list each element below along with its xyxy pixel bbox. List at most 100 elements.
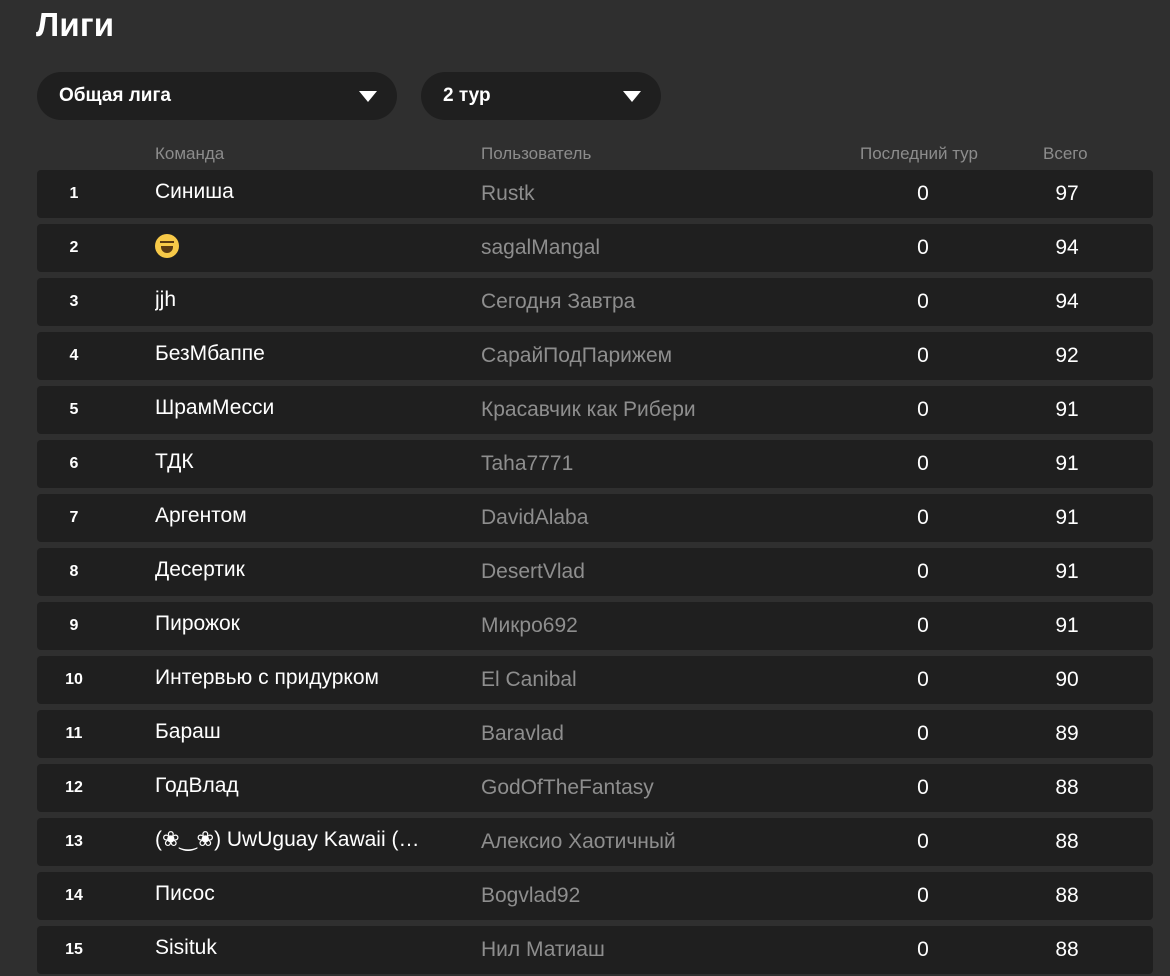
row-team-name[interactable]: Аргентом xyxy=(155,503,435,529)
row-last-round-points: 0 xyxy=(917,830,929,853)
row-user-name[interactable]: Красавчик как Рибери xyxy=(481,397,696,423)
row-user-name[interactable]: GodOfTheFantasy xyxy=(481,775,654,801)
row-team-name[interactable] xyxy=(155,233,435,259)
row-total-points: 90 xyxy=(1055,668,1079,691)
row-total-points: 91 xyxy=(1055,452,1079,475)
table-row[interactable]: 7 Аргентом DavidAlaba 0 91 xyxy=(37,494,1153,542)
row-total-points: 92 xyxy=(1055,344,1079,367)
row-rank: 4 xyxy=(69,347,79,364)
row-last-round-points: 0 xyxy=(917,668,929,691)
row-total-points: 91 xyxy=(1055,398,1079,421)
table-row[interactable]: 10 Интервью с придурком El Canibal 0 90 xyxy=(37,656,1153,704)
row-team-name[interactable]: Пирожок xyxy=(155,611,435,637)
page-title: Лиги xyxy=(36,6,115,43)
league-select[interactable]: Общая лига xyxy=(37,72,397,120)
table-row[interactable]: 12 ГодВлад GodOfTheFantasy 0 88 xyxy=(37,764,1153,812)
row-last-round-points: 0 xyxy=(917,236,929,259)
row-last-round-points: 0 xyxy=(917,506,929,529)
row-last-round-points: 0 xyxy=(917,614,929,637)
caret-down-icon xyxy=(359,91,377,102)
row-last-round-points: 0 xyxy=(917,452,929,475)
row-rank: 5 xyxy=(69,401,79,418)
row-user-name[interactable]: El Canibal xyxy=(481,667,577,693)
row-team-name[interactable]: jjh xyxy=(155,287,435,313)
row-total-points: 88 xyxy=(1055,830,1079,853)
row-last-round-points: 0 xyxy=(917,398,929,421)
row-rank: 12 xyxy=(65,779,83,796)
standings-table: 1 Синиша Rustk 0 97 2 sagalMangal 0 94 3 jjh Сегодн… xyxy=(37,170,1153,976)
row-rank: 2 xyxy=(69,239,79,256)
row-team-name[interactable]: ГодВлад xyxy=(155,773,435,799)
row-team-name[interactable]: БезМбаппе xyxy=(155,341,435,367)
table-row[interactable]: 6 ТДК Taha7771 0 91 xyxy=(37,440,1153,488)
row-team-name[interactable]: Интервью с придурком xyxy=(155,665,435,691)
row-team-name[interactable]: (❀‿❀) UwUguay Kawaii (… xyxy=(155,827,435,853)
row-team-name[interactable]: Бараш xyxy=(155,719,435,745)
row-team-name[interactable]: ШрамМесси xyxy=(155,395,435,421)
row-rank: 14 xyxy=(65,887,83,904)
table-row[interactable]: 5 ШрамМесси Красавчик как Рибери 0 91 xyxy=(37,386,1153,434)
table-row[interactable]: 3 jjh Сегодня Завтра 0 94 xyxy=(37,278,1153,326)
league-select-value: Общая лига xyxy=(59,85,171,106)
table-row[interactable]: 13 (❀‿❀) UwUguay Kawaii (… Алексио Хаотичн… xyxy=(37,818,1153,866)
row-user-name[interactable]: Сегодня Завтра xyxy=(481,289,635,315)
row-user-name[interactable]: Rustk xyxy=(481,181,535,207)
row-total-points: 97 xyxy=(1055,182,1079,205)
row-rank: 7 xyxy=(69,509,79,526)
row-team-name[interactable]: Десертик xyxy=(155,557,435,583)
row-last-round-points: 0 xyxy=(917,560,929,583)
row-user-name[interactable]: Bogvlad92 xyxy=(481,883,580,909)
round-select-value: 2 тур xyxy=(443,85,491,106)
table-row[interactable]: 11 Бараш Baravlad 0 89 xyxy=(37,710,1153,758)
row-total-points: 89 xyxy=(1055,722,1079,745)
row-team-name[interactable]: Sisituk xyxy=(155,935,435,961)
row-total-points: 91 xyxy=(1055,506,1079,529)
row-user-name[interactable]: Нил Матиаш xyxy=(481,937,605,963)
row-team-name[interactable]: Писос xyxy=(155,881,435,907)
row-last-round-points: 0 xyxy=(917,290,929,313)
row-rank: 10 xyxy=(65,671,83,688)
table-row[interactable]: 2 sagalMangal 0 94 xyxy=(37,224,1153,272)
row-last-round-points: 0 xyxy=(917,722,929,745)
column-header-team: Команда xyxy=(155,144,225,163)
grinning-squinting-face-icon xyxy=(155,234,179,259)
leagues-page: Лиги Общая лига 2 тур Команда Пользовате… xyxy=(0,0,1170,976)
row-total-points: 94 xyxy=(1055,290,1079,313)
column-header-user: Пользователь xyxy=(481,144,592,163)
row-user-name[interactable]: Baravlad xyxy=(481,721,564,747)
table-row[interactable]: 8 Десертик DesertVlad 0 91 xyxy=(37,548,1153,596)
row-user-name[interactable]: СарайПодПарижем xyxy=(481,343,672,369)
row-total-points: 88 xyxy=(1055,938,1079,961)
table-row[interactable]: 15 Sisituk Нил Матиаш 0 88 xyxy=(37,926,1153,974)
row-rank: 13 xyxy=(65,833,83,850)
row-rank: 3 xyxy=(69,293,79,310)
table-row[interactable]: 14 Писос Bogvlad92 0 88 xyxy=(37,872,1153,920)
row-team-name[interactable]: ТДК xyxy=(155,449,435,475)
row-rank: 6 xyxy=(69,455,79,472)
caret-down-icon xyxy=(623,91,641,102)
row-user-name[interactable]: DavidAlaba xyxy=(481,505,588,531)
row-total-points: 91 xyxy=(1055,614,1079,637)
row-total-points: 91 xyxy=(1055,560,1079,583)
table-row[interactable]: 1 Синиша Rustk 0 97 xyxy=(37,170,1153,218)
table-row[interactable]: 4 БезМбаппе СарайПодПарижем 0 92 xyxy=(37,332,1153,380)
row-last-round-points: 0 xyxy=(917,776,929,799)
row-last-round-points: 0 xyxy=(917,884,929,907)
row-user-name[interactable]: sagalMangal xyxy=(481,235,600,261)
column-header-total: Всего xyxy=(1043,144,1088,163)
row-total-points: 94 xyxy=(1055,236,1079,259)
row-rank: 15 xyxy=(65,941,83,958)
row-user-name[interactable]: Алексио Хаотичный xyxy=(481,829,676,855)
row-total-points: 88 xyxy=(1055,884,1079,907)
row-last-round-points: 0 xyxy=(917,344,929,367)
row-user-name[interactable]: DesertVlad xyxy=(481,559,585,585)
row-total-points: 88 xyxy=(1055,776,1079,799)
row-rank: 8 xyxy=(69,563,79,580)
round-select[interactable]: 2 тур xyxy=(421,72,661,120)
row-user-name[interactable]: Taha7771 xyxy=(481,451,573,477)
column-header-last-round: Последний тур xyxy=(860,144,978,163)
row-user-name[interactable]: Микро692 xyxy=(481,613,578,639)
table-row[interactable]: 9 Пирожок Микро692 0 91 xyxy=(37,602,1153,650)
row-last-round-points: 0 xyxy=(917,938,929,961)
row-team-name[interactable]: Синиша xyxy=(155,179,435,205)
